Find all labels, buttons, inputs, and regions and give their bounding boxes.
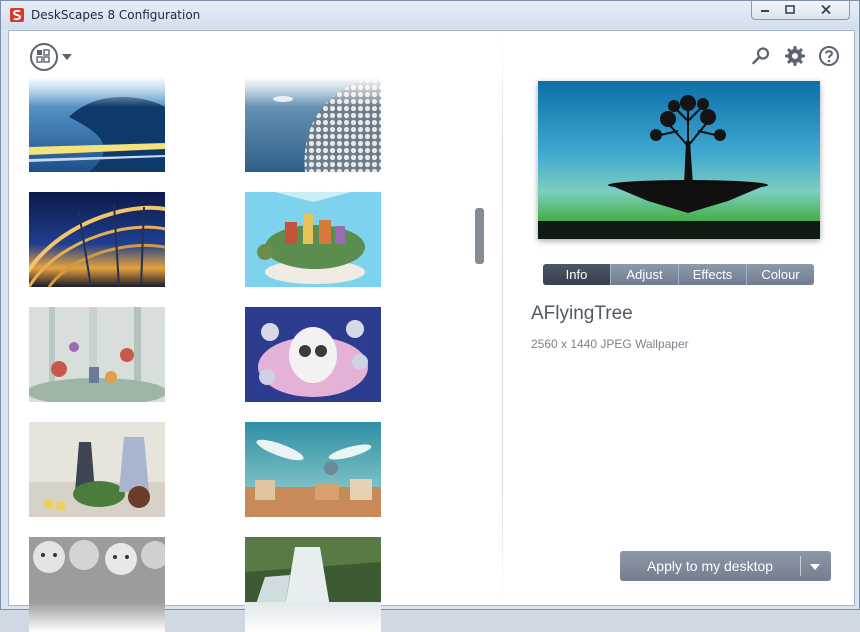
- wallpaper-thumbnail[interactable]: [29, 537, 165, 632]
- tab-colour[interactable]: Colour: [746, 264, 814, 285]
- wallpaper-preview: [538, 81, 820, 239]
- tab-info[interactable]: Info: [543, 264, 610, 285]
- gear-icon[interactable]: [784, 45, 806, 67]
- deskscapes-logo-icon: [10, 8, 24, 22]
- title-bar[interactable]: DeskScapes 8 Configuration: [1, 1, 859, 29]
- gallery-scrollbar-thumb[interactable]: [475, 208, 484, 264]
- wallpaper-thumbnail[interactable]: [245, 307, 381, 402]
- detail-tabs: Info Adjust Effects Colour: [543, 264, 814, 285]
- minimize-icon: [761, 10, 769, 12]
- help-icon[interactable]: [818, 45, 840, 67]
- maximize-button[interactable]: [777, 1, 804, 20]
- client-area: Info Adjust Effects Colour AFlyingTree 2…: [8, 30, 855, 632]
- window-title: DeskScapes 8 Configuration: [31, 8, 201, 22]
- apply-dropdown-chevron-icon[interactable]: [810, 564, 820, 570]
- apply-button-separator: [800, 556, 801, 576]
- minimize-button[interactable]: [751, 1, 779, 20]
- tab-effects[interactable]: Effects: [678, 264, 746, 285]
- app-window: DeskScapes 8 Configuration Info Adjust E…: [0, 0, 860, 632]
- wallpaper-thumbnail[interactable]: [245, 422, 381, 517]
- maximize-icon: [785, 5, 795, 14]
- apply-button[interactable]: Apply to my desktop: [620, 551, 831, 581]
- wallpaper-thumbnail[interactable]: [245, 537, 381, 632]
- panel-divider: [502, 31, 503, 605]
- apply-button-label[interactable]: Apply to my desktop: [620, 551, 800, 581]
- close-icon: [821, 5, 831, 14]
- wallpaper-thumbnail[interactable]: [29, 307, 165, 402]
- wallpaper-thumbnail[interactable]: [29, 422, 165, 517]
- grid-view-icon: [36, 49, 50, 63]
- wallpaper-name: AFlyingTree: [531, 303, 633, 324]
- close-button[interactable]: [803, 1, 850, 20]
- wallpaper-details: 2560 x 1440 JPEG Wallpaper: [531, 337, 689, 351]
- search-icon[interactable]: [750, 45, 772, 67]
- wallpaper-thumbnail[interactable]: [245, 77, 381, 172]
- wallpaper-thumbnail[interactable]: [29, 192, 165, 287]
- view-dropdown-chevron-icon[interactable]: [62, 54, 72, 60]
- wallpaper-thumbnail[interactable]: [245, 192, 381, 287]
- wallpaper-thumbnail[interactable]: [29, 77, 165, 172]
- view-toggle-button[interactable]: [30, 43, 58, 71]
- tab-adjust[interactable]: Adjust: [610, 264, 678, 285]
